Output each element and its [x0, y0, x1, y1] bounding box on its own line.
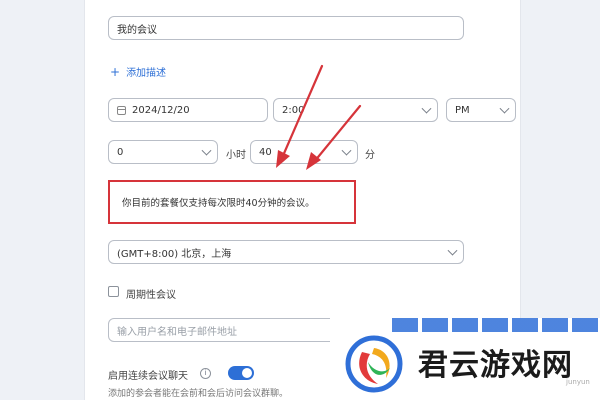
chevron-down-icon	[499, 103, 510, 114]
invitee-placeholder: 输入用户名和电子邮件地址	[117, 326, 237, 338]
watermark-text: 君云游戏网	[418, 348, 573, 383]
continuous-chat-description: 添加的参会者能在会前和会后访问会议群聊。	[108, 389, 289, 399]
watermark-logo-icon	[345, 335, 403, 393]
plan-limit-notice: 你目前的套餐仅支持每次限时40分钟的会议。	[108, 180, 356, 224]
plus-icon: +	[110, 65, 121, 79]
chevron-down-icon	[421, 103, 432, 114]
timezone-select[interactable]: (GMT+8:00) 北京，上海	[108, 240, 464, 264]
watermark: 君云游戏网 junyun	[330, 318, 600, 400]
time-value: 2:00	[282, 104, 305, 116]
date-picker[interactable]: 2024/12/20	[108, 98, 268, 122]
meeting-title-input[interactable]: 我的会议	[108, 16, 464, 40]
timezone-value: (GMT+8:00) 北京，上海	[117, 248, 232, 260]
time-select[interactable]: 2:00	[273, 98, 438, 122]
watermark-subtext: junyun	[566, 378, 590, 386]
duration-hours-value: 0	[117, 146, 124, 158]
minutes-unit-label: 分	[365, 150, 375, 161]
continuous-chat-label: 启用连续会议聊天	[108, 371, 188, 382]
continuous-chat-toggle[interactable]	[228, 366, 254, 380]
info-icon[interactable]: i	[200, 368, 211, 379]
duration-minutes-value: 40	[259, 146, 272, 158]
hours-unit-label: 小时	[226, 150, 246, 161]
ampm-select[interactable]: PM	[446, 98, 516, 122]
duration-minutes-select[interactable]: 40	[250, 140, 358, 164]
date-value: 2024/12/20	[132, 104, 190, 116]
toggle-knob	[242, 368, 252, 378]
chevron-down-icon	[201, 145, 212, 156]
chevron-down-icon	[447, 245, 458, 256]
add-description-label: 添加描述	[126, 68, 167, 79]
add-description-link[interactable]: + 添加描述	[110, 64, 166, 79]
duration-hours-select[interactable]: 0	[108, 140, 218, 164]
recurring-label: 周期性会议	[126, 290, 176, 301]
calendar-icon	[117, 105, 126, 115]
watermark-banner	[392, 318, 600, 332]
chevron-down-icon	[341, 145, 352, 156]
recurring-checkbox[interactable]	[108, 286, 119, 297]
invitee-input[interactable]: 输入用户名和电子邮件地址	[108, 318, 348, 342]
ampm-value: PM	[455, 104, 470, 116]
plan-limit-text: 你目前的套餐仅支持每次限时40分钟的会议。	[122, 198, 315, 209]
meeting-title-value: 我的会议	[117, 24, 157, 36]
